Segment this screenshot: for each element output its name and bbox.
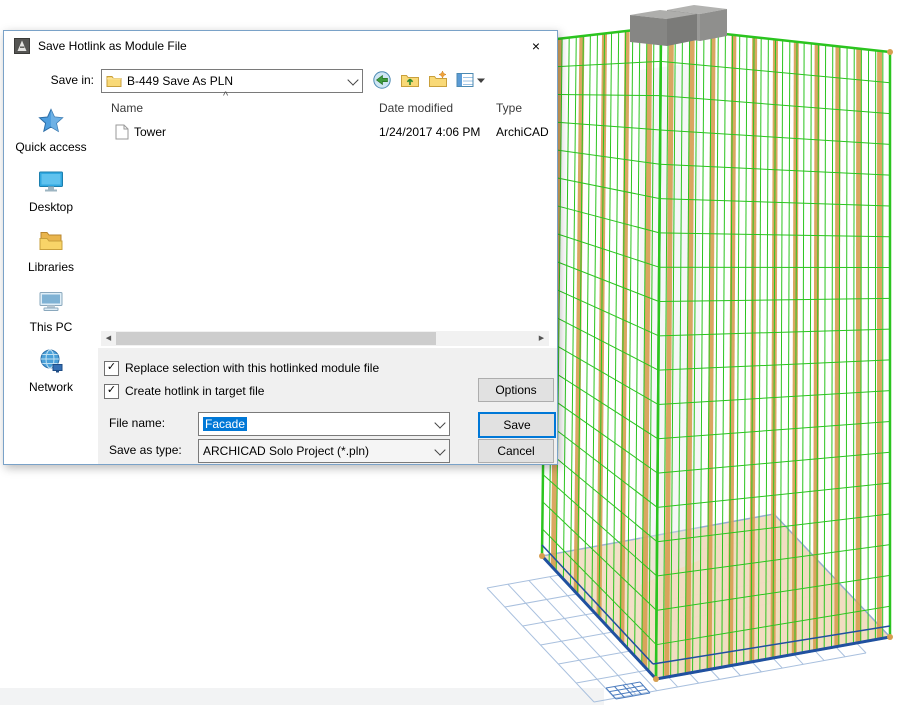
check-icon: ✓	[107, 385, 116, 396]
sidebar-item-network[interactable]: Network	[4, 347, 98, 394]
column-header-label: Name	[111, 101, 143, 115]
file-name-combo[interactable]: Facade	[198, 412, 450, 436]
column-header-name[interactable]: Name	[111, 101, 251, 115]
sidebar-item-desktop[interactable]: Desktop	[4, 167, 98, 214]
scroll-right-arrow[interactable]: ▶	[534, 331, 549, 346]
column-header-date-modified[interactable]: Date modified	[379, 101, 479, 115]
document-icon	[115, 124, 129, 143]
save-as-type-combo[interactable]: ARCHICAD Solo Project (*.pln)	[198, 439, 450, 463]
new-folder-button[interactable]	[426, 69, 450, 91]
folder-icon	[106, 74, 122, 88]
save-button[interactable]: Save	[478, 412, 556, 438]
libraries-icon	[37, 244, 65, 258]
replace-selection-checkbox[interactable]: ✓	[104, 361, 119, 376]
close-button[interactable]: ×	[515, 31, 557, 60]
close-icon: ×	[532, 38, 540, 54]
network-icon	[37, 364, 65, 378]
chevron-down-icon	[433, 413, 449, 435]
dialog-titlebar[interactable]: Save Hotlink as Module File ×	[4, 31, 557, 61]
horizontal-scrollbar[interactable]: ◀ ▶	[101, 331, 549, 346]
archicad-app-icon	[14, 38, 30, 54]
create-hotlink-checkbox[interactable]: ✓	[104, 384, 119, 399]
save-in-value: B-449 Save As PLN	[127, 74, 346, 88]
cancel-button[interactable]: Cancel	[478, 439, 554, 463]
up-one-level-button[interactable]	[398, 69, 422, 91]
sidebar-item-libraries[interactable]: Libraries	[4, 227, 98, 274]
file-date-cell: 1/24/2017 4:06 PM	[379, 125, 480, 139]
sidebar-item-label: Quick access	[4, 140, 98, 154]
scroll-left-arrow[interactable]: ◀	[101, 331, 116, 346]
save-hotlink-dialog: Save Hotlink as Module File × Save in: B…	[3, 30, 558, 465]
column-header-label: Type	[496, 101, 522, 115]
column-header-label: Date modified	[379, 101, 453, 115]
file-name-label: File name:	[109, 416, 165, 430]
file-row-tower[interactable]: Tower 1/24/2017 4:06 PM ArchiCAD	[101, 123, 549, 143]
file-name-cell: Tower	[134, 125, 166, 139]
options-button[interactable]: Options	[478, 378, 554, 402]
desktop-icon	[37, 184, 65, 198]
new-folder-icon	[428, 70, 448, 90]
sidebar-item-label: Desktop	[4, 200, 98, 214]
back-button[interactable]	[370, 69, 394, 91]
scrollbar-thumb[interactable]	[116, 332, 436, 345]
save-in-label: Save in:	[12, 73, 94, 87]
column-header-type[interactable]: Type	[496, 101, 551, 115]
button-label: Cancel	[497, 444, 534, 458]
quick-access-star-icon	[37, 124, 65, 138]
button-label: Options	[495, 383, 536, 397]
sidebar-item-quick-access[interactable]: Quick access	[4, 107, 98, 154]
scrollbar-track[interactable]	[116, 331, 534, 346]
replace-selection-checkbox-row[interactable]: ✓ Replace selection with this hotlinked …	[104, 360, 379, 376]
button-label: Save	[503, 418, 530, 432]
checkbox-label: Create hotlink in target file	[125, 384, 264, 398]
save-as-type-value: ARCHICAD Solo Project (*.pln)	[203, 444, 433, 458]
back-icon	[372, 70, 392, 90]
up-folder-icon	[400, 70, 420, 90]
view-menu-icon	[456, 70, 486, 90]
dialog-toolbar	[370, 69, 488, 91]
sidebar-item-this-pc[interactable]: This PC	[4, 287, 98, 334]
checkbox-label: Replace selection with this hotlinked mo…	[125, 361, 379, 375]
sidebar-item-label: This PC	[4, 320, 98, 334]
view-menu-button[interactable]	[454, 69, 488, 91]
sidebar-item-label: Libraries	[4, 260, 98, 274]
this-pc-icon	[37, 304, 65, 318]
save-as-type-label: Save as type:	[109, 443, 182, 457]
file-type-cell: ArchiCAD	[496, 125, 549, 139]
save-in-combo[interactable]: B-449 Save As PLN	[101, 69, 363, 93]
dialog-title: Save Hotlink as Module File	[38, 39, 187, 53]
chevron-down-icon	[346, 70, 362, 92]
check-icon: ✓	[107, 362, 116, 373]
create-hotlink-checkbox-row[interactable]: ✓ Create hotlink in target file	[104, 383, 264, 399]
sidebar-item-label: Network	[4, 380, 98, 394]
chevron-down-icon	[433, 440, 449, 462]
file-name-value: Facade	[203, 417, 247, 431]
